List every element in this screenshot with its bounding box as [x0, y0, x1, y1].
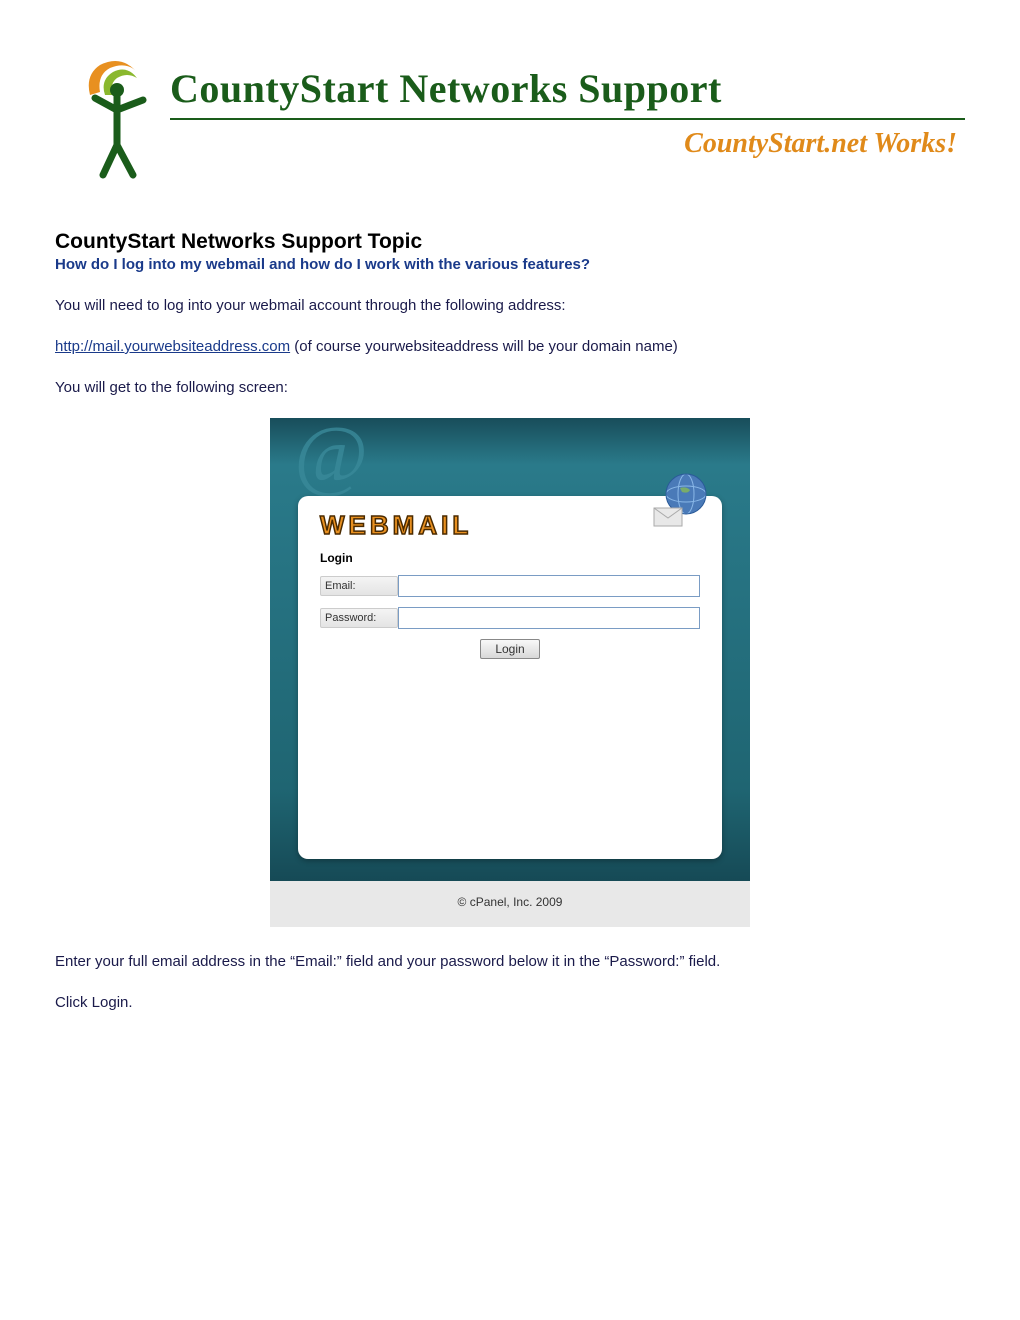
login-heading: Login	[320, 551, 700, 565]
site-title: CountyStart Networks Support	[170, 65, 965, 112]
tagline: CountyStart.net Works!	[170, 128, 965, 160]
instructions-text: Enter your full email address in the “Em…	[55, 951, 965, 972]
webmail-brand: WEBMAIL	[320, 510, 472, 541]
click-login-text: Click Login.	[55, 992, 965, 1013]
password-field[interactable]	[398, 607, 700, 629]
topic-heading: CountyStart Networks Support Topic	[55, 230, 965, 254]
email-field[interactable]	[398, 575, 700, 597]
login-button[interactable]: Login	[480, 639, 539, 659]
webmail-url-link[interactable]: http://mail.yourwebsiteaddress.com	[55, 338, 290, 355]
logo-icon	[75, 50, 165, 184]
at-symbol-icon: @	[294, 410, 368, 501]
globe-envelope-icon	[652, 472, 712, 532]
header-banner: CountyStart Networks Support CountyStart…	[55, 45, 965, 180]
password-label: Password:	[320, 608, 398, 628]
email-label: Email:	[320, 576, 398, 596]
screenshot-container: @ WEBMAIL Login	[55, 418, 965, 927]
topic-question: How do I log into my webmail and how do …	[55, 256, 965, 273]
copyright-text: © cPanel, Inc. 2009	[270, 881, 750, 927]
divider	[170, 118, 965, 120]
link-paragraph: http://mail.yourwebsiteaddress.com (of c…	[55, 336, 965, 357]
screen-intro: You will get to the following screen:	[55, 377, 965, 398]
link-after-text: (of course yourwebsiteaddress will be yo…	[290, 338, 678, 355]
intro-text: You will need to log into your webmail a…	[55, 295, 965, 316]
